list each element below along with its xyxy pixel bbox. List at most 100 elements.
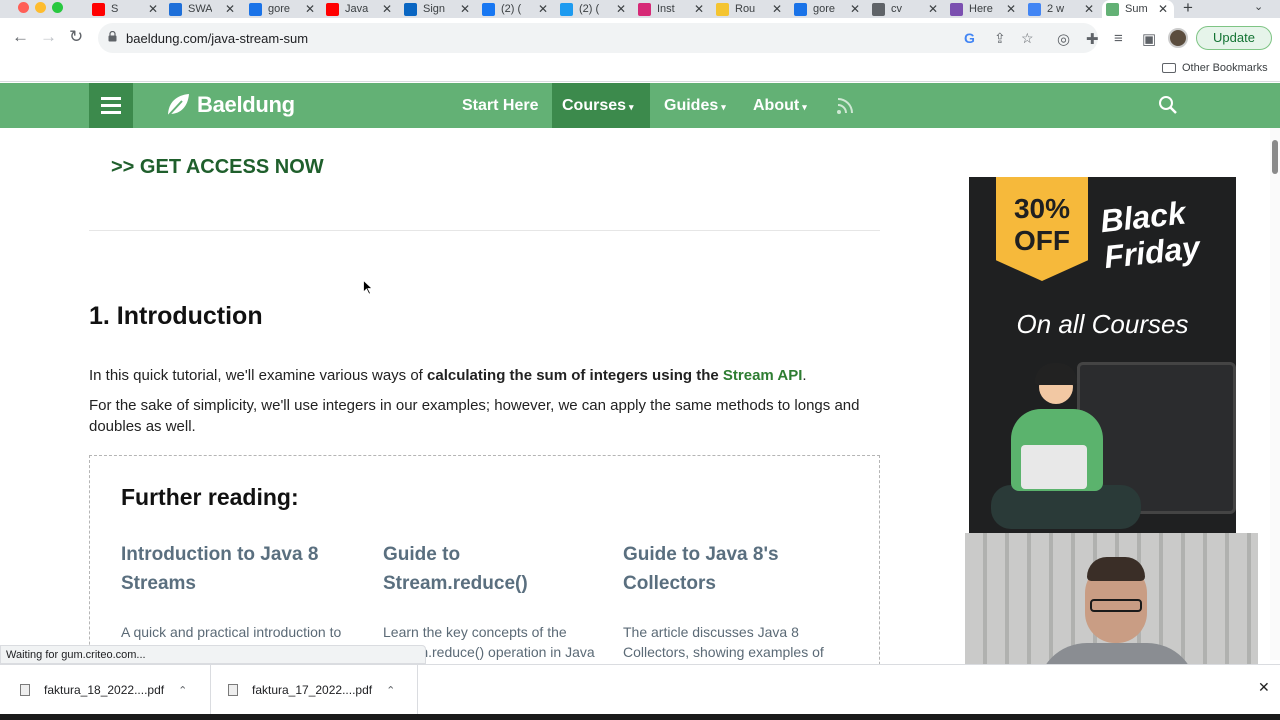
browser-tab[interactable]: (2) (✕ xyxy=(556,0,632,18)
browser-tab[interactable]: Java ✕ xyxy=(322,0,398,18)
close-tab-icon[interactable]: ✕ xyxy=(225,2,235,16)
further-reading-link[interactable]: Guide to Stream.reduce() xyxy=(383,540,543,598)
divider xyxy=(89,230,880,231)
intro-paragraph-2: For the sake of simplicity, we'll use in… xyxy=(89,397,860,435)
nav-courses[interactable]: Courses ▾ xyxy=(552,83,650,128)
browser-tab[interactable]: 2 w ✕ xyxy=(1024,0,1100,18)
youtube-icon xyxy=(92,2,105,16)
other-bookmarks-folder[interactable]: Other Bookmarks xyxy=(1162,62,1268,74)
profile-avatar[interactable] xyxy=(1168,28,1188,48)
close-tab-icon[interactable]: ✕ xyxy=(305,2,315,16)
section-title: 1. Introduction xyxy=(89,302,263,330)
nav-about[interactable]: About ▾ xyxy=(743,83,817,128)
window-bottom-edge xyxy=(0,714,1280,720)
tab-search-chevron-icon[interactable]: ⌄ xyxy=(1254,0,1263,13)
tab-title: 2 w xyxy=(1047,3,1065,15)
close-tab-icon[interactable]: ✕ xyxy=(1084,2,1094,16)
browser-tab[interactable]: S ✕ xyxy=(88,0,164,18)
download-item[interactable]: faktura_18_2022....pdf ⌃ xyxy=(20,665,187,715)
person-illustration xyxy=(1035,363,1077,385)
stream-api-link[interactable]: Stream API xyxy=(723,367,802,384)
youtube-icon xyxy=(326,2,339,16)
presenter-image xyxy=(1087,557,1145,581)
chevron-up-icon[interactable]: ⌃ xyxy=(178,684,187,697)
address-bar[interactable]: baeldung.com/java-stream-sum G ⇪ ☆ xyxy=(98,23,1098,53)
diamond-icon xyxy=(169,2,182,16)
update-button[interactable]: Update xyxy=(1196,26,1272,50)
zoom-window-button[interactable] xyxy=(52,1,63,13)
close-tab-icon[interactable]: ✕ xyxy=(460,2,470,16)
caret-down-icon: ▾ xyxy=(802,102,807,112)
browser-tab[interactable]: (2) ( ✕ xyxy=(478,0,554,18)
download-filename: faktura_18_2022....pdf xyxy=(44,683,165,697)
rss-icon[interactable] xyxy=(836,97,854,115)
url-text[interactable]: baeldung.com/java-stream-sum xyxy=(126,31,308,46)
chevron-up-icon[interactable]: ⌃ xyxy=(386,684,395,697)
close-tab-icon[interactable]: ✕ xyxy=(928,2,938,16)
share-icon[interactable]: ⇪ xyxy=(994,30,1006,47)
close-tab-icon[interactable]: ✕ xyxy=(1006,2,1016,16)
browser-tab[interactable]: Inst ✕ xyxy=(634,0,710,18)
shield-icon xyxy=(249,2,262,16)
close-tab-icon[interactable]: ✕ xyxy=(616,2,626,16)
tab-title: (2) ( xyxy=(501,3,522,15)
download-item[interactable]: faktura_17_2022....pdf ⌃ xyxy=(228,665,395,715)
close-tab-icon[interactable]: ✕ xyxy=(538,2,548,16)
close-tab-icon[interactable]: ✕ xyxy=(694,2,704,16)
folder-icon xyxy=(1162,63,1176,73)
ad-subline: On all Courses xyxy=(1016,309,1189,339)
hamburger-menu-icon[interactable] xyxy=(89,83,133,128)
close-tab-icon[interactable]: ✕ xyxy=(772,2,782,16)
instagram-icon xyxy=(638,2,651,16)
tab-title: gore xyxy=(813,3,836,15)
extensions-puzzle-icon[interactable]: ✚ xyxy=(1086,30,1099,48)
close-shelf-icon[interactable]: ✕ xyxy=(1258,679,1270,696)
caret-down-icon: ▾ xyxy=(629,102,634,112)
further-reading-link[interactable]: Guide to Java 8's Collectors xyxy=(623,540,798,598)
tab-title: Rou xyxy=(735,3,756,15)
tab-title: Sign xyxy=(423,3,446,15)
divider xyxy=(417,665,418,715)
search-icon[interactable] xyxy=(1158,95,1178,115)
close-tab-icon[interactable]: ✕ xyxy=(382,2,392,16)
further-reading-link[interactable]: Introduction to Java 8 Streams xyxy=(121,540,361,598)
close-tab-icon[interactable]: ✕ xyxy=(1158,2,1168,16)
bookmark-star-icon[interactable]: ☆ xyxy=(1021,30,1034,47)
browser-tab[interactable]: SWA ✕ xyxy=(165,0,241,18)
side-panel-icon[interactable]: ▣ xyxy=(1142,30,1156,48)
new-tab-button[interactable]: + xyxy=(1183,0,1193,16)
pdf-file-icon xyxy=(20,684,30,696)
browser-tab[interactable]: Sign ✕ xyxy=(400,0,476,18)
extension-circle-icon[interactable]: ◎ xyxy=(1057,30,1070,48)
nav-guides[interactable]: Guides ▾ xyxy=(654,83,736,128)
forward-arrow-icon[interactable]: → xyxy=(40,27,57,47)
close-tab-icon[interactable]: ✕ xyxy=(148,2,158,16)
browser-tab[interactable]: gore ✕ xyxy=(245,0,321,18)
black-friday-ad[interactable]: 30% OFF Black Friday On all Courses xyxy=(969,177,1236,557)
browser-tab[interactable]: Here ✕ xyxy=(946,0,1022,18)
caret-down-icon: ▾ xyxy=(721,102,726,112)
reading-list-icon[interactable]: ≡ xyxy=(1114,30,1123,47)
downloads-shelf: faktura_18_2022....pdf ⌃ faktura_17_2022… xyxy=(0,664,1280,715)
browser-tab[interactable]: Rou ✕ xyxy=(712,0,788,18)
tablet-illustration xyxy=(1021,445,1087,489)
ad-headline: Black Friday xyxy=(1098,194,1202,276)
page-scrollbar[interactable] xyxy=(1270,128,1280,660)
status-bubble: Waiting for gum.criteo.com... xyxy=(0,645,426,664)
minimize-window-button[interactable] xyxy=(35,1,46,13)
close-tab-icon[interactable]: ✕ xyxy=(850,2,860,16)
scrollbar-thumb[interactable] xyxy=(1272,140,1278,174)
browser-tab[interactable]: gore ✕ xyxy=(790,0,866,18)
browser-tab[interactable]: cv ✕ xyxy=(868,0,944,18)
tab-title: gore xyxy=(268,3,291,15)
brand-logo[interactable]: Baeldung xyxy=(165,92,295,118)
brand-name: Baeldung xyxy=(197,92,295,117)
close-window-button[interactable] xyxy=(18,1,29,13)
get-access-link[interactable]: >> GET ACCESS NOW xyxy=(111,156,324,179)
divider xyxy=(210,665,211,715)
back-arrow-icon[interactable]: ← xyxy=(12,27,29,47)
nav-start-here[interactable]: Start Here xyxy=(452,83,548,128)
browser-tab[interactable]: Sum ✕ xyxy=(1102,0,1174,18)
reload-icon[interactable]: ↻ xyxy=(69,27,83,47)
google-icon[interactable]: G xyxy=(964,30,975,46)
